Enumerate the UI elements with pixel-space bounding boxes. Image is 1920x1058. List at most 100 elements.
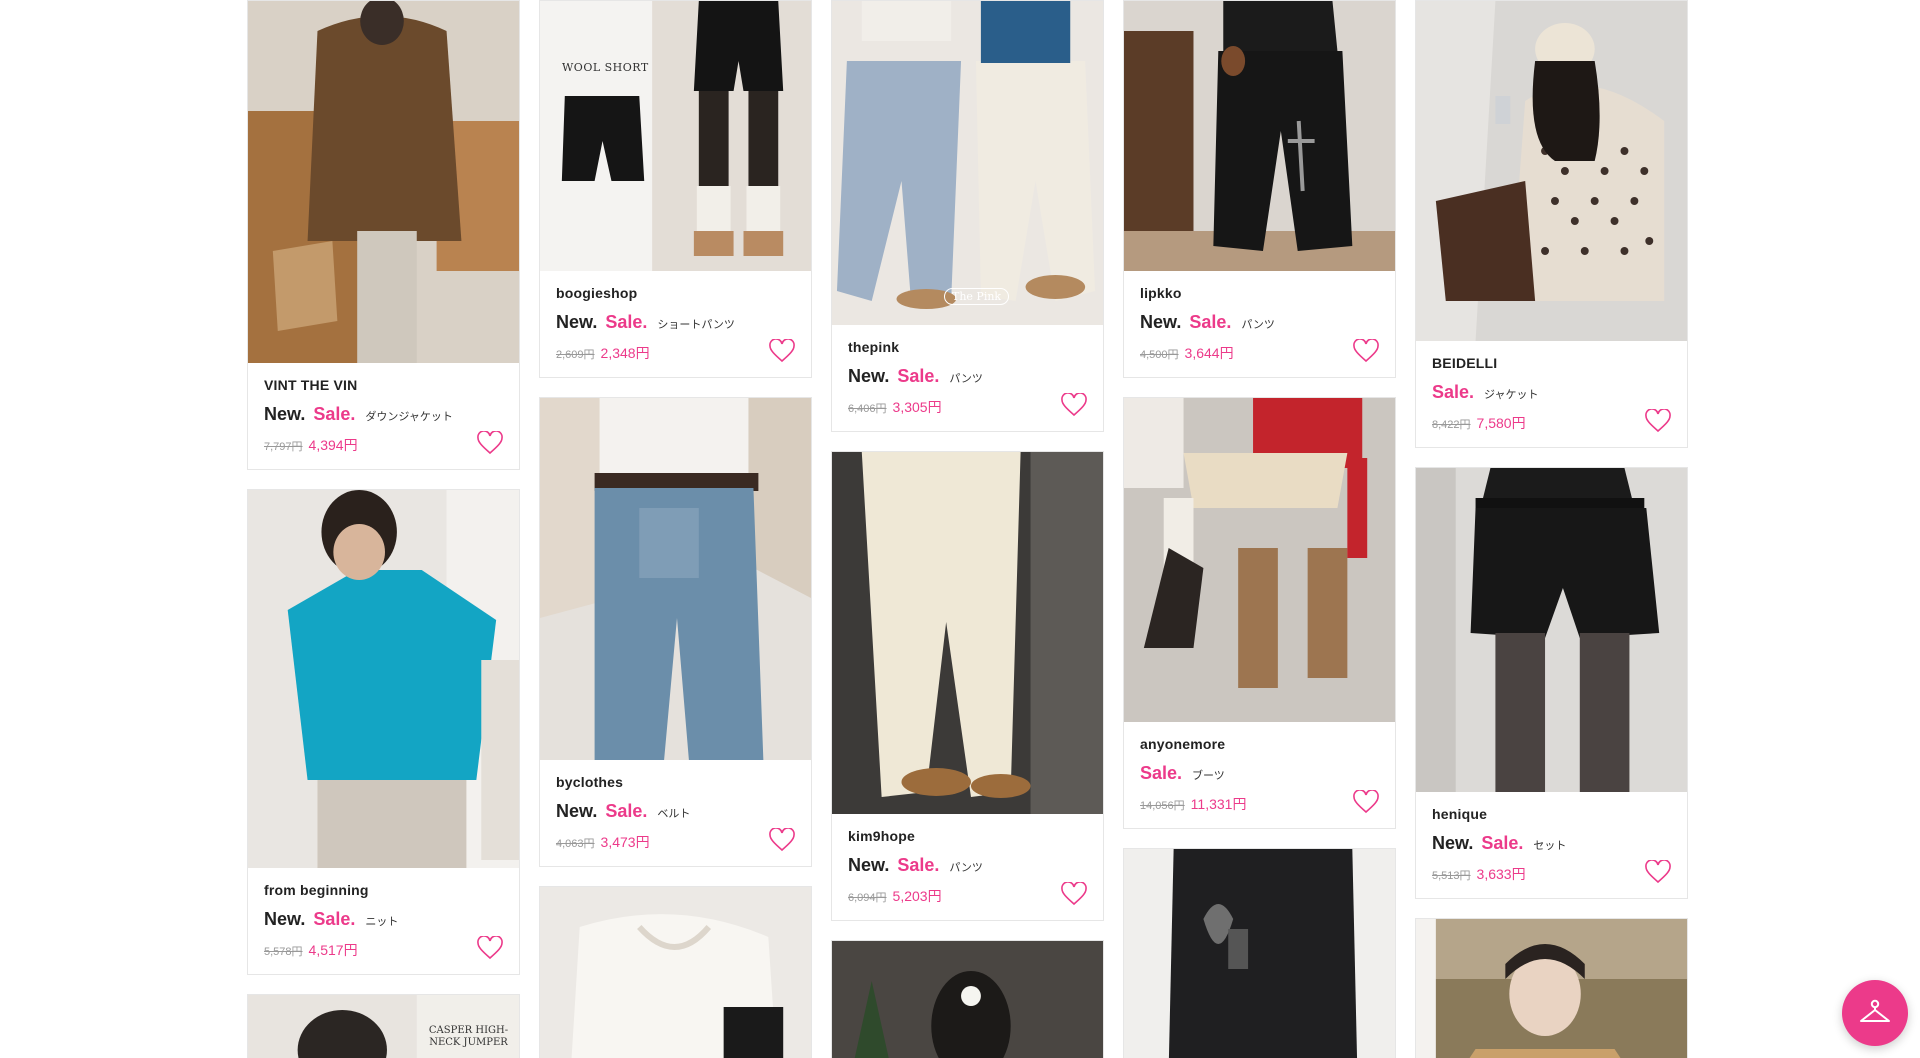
product-card[interactable]: VINT THE VIN New. Sale. ダウンジャケット 7,797円 … bbox=[247, 0, 520, 470]
sale-price: 3,633円 bbox=[1476, 866, 1526, 882]
product-card[interactable]: CASPER HIGH-NECK JUMPER bbox=[247, 994, 520, 1058]
original-price: 8,422円 bbox=[1432, 419, 1471, 431]
category-label: ダウンジャケット bbox=[365, 411, 453, 423]
product-card[interactable]: kim9hope New. Sale. パンツ 6,094円 5,203円 bbox=[831, 451, 1104, 921]
price-row: 2,609円 2,348円 bbox=[556, 343, 795, 363]
product-info: anyonemore Sale. ブーツ 14,056円 11,331円 bbox=[1124, 722, 1395, 828]
shop-name[interactable]: BEIDELLI bbox=[1432, 355, 1671, 371]
image-caption: CASPER HIGH-NECK JUMPER bbox=[428, 1025, 509, 1048]
product-info: BEIDELLI Sale. ジャケット 8,422円 7,580円 bbox=[1416, 341, 1687, 447]
sale-tag: Sale. bbox=[313, 404, 356, 424]
category-label: ニット bbox=[365, 916, 399, 928]
product-image[interactable] bbox=[1124, 398, 1395, 722]
sale-price: 3,305円 bbox=[892, 399, 942, 415]
product-image[interactable] bbox=[832, 452, 1103, 814]
shop-name[interactable]: byclothes bbox=[556, 774, 795, 790]
tag-row: New. Sale. パンツ bbox=[848, 855, 1087, 876]
product-card[interactable]: BEIDELLI Sale. ジャケット 8,422円 7,580円 bbox=[1415, 0, 1688, 448]
sale-tag: Sale. bbox=[313, 909, 356, 929]
shop-name[interactable]: henique bbox=[1432, 806, 1671, 822]
sale-tag: Sale. bbox=[897, 855, 940, 875]
heart-icon[interactable] bbox=[769, 828, 795, 852]
shop-name[interactable]: lipkko bbox=[1140, 285, 1379, 301]
price-row: 8,422円 7,580円 bbox=[1432, 413, 1671, 433]
product-card[interactable]: anyonemore Sale. ブーツ 14,056円 11,331円 bbox=[1123, 397, 1396, 829]
new-tag: New. bbox=[264, 909, 306, 929]
heart-icon[interactable] bbox=[1061, 393, 1087, 417]
shop-name[interactable]: boogieshop bbox=[556, 285, 795, 301]
price-row: 14,056円 11,331円 bbox=[1140, 794, 1379, 814]
product-card[interactable]: from beginning New. Sale. ニット 5,578円 4,5… bbox=[247, 489, 520, 975]
new-tag: New. bbox=[848, 366, 890, 386]
product-image[interactable] bbox=[1124, 849, 1395, 1058]
shop-name[interactable]: anyonemore bbox=[1140, 736, 1379, 752]
tag-row: New. Sale. セット bbox=[1432, 833, 1671, 854]
original-price: 5,578円 bbox=[264, 946, 303, 958]
tag-row: Sale. ジャケット bbox=[1432, 382, 1671, 403]
original-price: 6,094円 bbox=[848, 892, 887, 904]
category-label: パンツ bbox=[1241, 319, 1275, 331]
heart-icon[interactable] bbox=[1645, 409, 1671, 433]
new-tag: New. bbox=[1140, 312, 1182, 332]
price-row: 6,094円 5,203円 bbox=[848, 886, 1087, 906]
heart-icon[interactable] bbox=[1061, 882, 1087, 906]
product-card[interactable] bbox=[1415, 918, 1688, 1058]
heart-icon[interactable] bbox=[1353, 339, 1379, 363]
hanger-icon bbox=[1860, 999, 1890, 1022]
sale-tag: Sale. bbox=[897, 366, 940, 386]
product-image[interactable]: The Pink bbox=[832, 1, 1103, 325]
product-card[interactable] bbox=[831, 940, 1104, 1058]
sale-price: 4,394円 bbox=[308, 437, 358, 453]
product-image[interactable] bbox=[1416, 1, 1687, 341]
product-card[interactable]: byclothes New. Sale. ベルト 4,063円 3,473円 bbox=[539, 397, 812, 867]
new-tag: New. bbox=[556, 312, 598, 332]
grid-column: lipkko New. Sale. パンツ 4,500円 3,644円 anyo… bbox=[1123, 0, 1396, 1058]
category-label: ジャケット bbox=[1484, 389, 1539, 401]
price-row: 4,500円 3,644円 bbox=[1140, 343, 1379, 363]
product-image[interactable] bbox=[1124, 1, 1395, 271]
heart-icon[interactable] bbox=[477, 936, 503, 960]
tag-row: Sale. ブーツ bbox=[1140, 763, 1379, 784]
shop-name[interactable]: thepink bbox=[848, 339, 1087, 355]
heart-icon[interactable] bbox=[1645, 860, 1671, 884]
new-tag: New. bbox=[264, 404, 306, 424]
product-card[interactable]: lipkko New. Sale. パンツ 4,500円 3,644円 bbox=[1123, 0, 1396, 378]
sale-price: 4,517円 bbox=[308, 942, 358, 958]
product-image[interactable] bbox=[1416, 468, 1687, 792]
product-image[interactable] bbox=[540, 887, 811, 1058]
heart-icon[interactable] bbox=[769, 339, 795, 363]
heart-icon[interactable] bbox=[477, 431, 503, 455]
hanger-fab-button[interactable] bbox=[1842, 980, 1908, 1046]
product-card[interactable] bbox=[1123, 848, 1396, 1058]
price-row: 7,797円 4,394円 bbox=[264, 435, 503, 455]
product-image[interactable]: CASPER HIGH-NECK JUMPER bbox=[248, 995, 519, 1058]
category-label: パンツ bbox=[949, 862, 983, 874]
product-image[interactable] bbox=[832, 941, 1103, 1058]
product-image[interactable] bbox=[1416, 919, 1687, 1058]
category-label: セット bbox=[1533, 840, 1567, 852]
shop-name[interactable]: VINT THE VIN bbox=[264, 377, 503, 393]
original-price: 4,063円 bbox=[556, 838, 595, 850]
product-image[interactable] bbox=[248, 490, 519, 868]
sale-price: 2,348円 bbox=[600, 345, 650, 361]
product-image[interactable] bbox=[540, 398, 811, 760]
product-card[interactable] bbox=[539, 886, 812, 1058]
price-row: 5,513円 3,633円 bbox=[1432, 864, 1671, 884]
tag-row: New. Sale. ダウンジャケット bbox=[264, 404, 503, 425]
original-price: 2,609円 bbox=[556, 349, 595, 361]
product-info: henique New. Sale. セット 5,513円 3,633円 bbox=[1416, 792, 1687, 898]
tag-row: New. Sale. ショートパンツ bbox=[556, 312, 795, 333]
grid-column: VINT THE VIN New. Sale. ダウンジャケット 7,797円 … bbox=[247, 0, 520, 1058]
sale-tag: Sale. bbox=[1481, 833, 1524, 853]
product-card[interactable]: The Pink thepink New. Sale. パンツ 6,406円 3… bbox=[831, 0, 1104, 432]
product-image[interactable] bbox=[248, 1, 519, 363]
product-image[interactable]: WOOL SHORT bbox=[540, 1, 811, 271]
product-info: kim9hope New. Sale. パンツ 6,094円 5,203円 bbox=[832, 814, 1103, 920]
shop-name[interactable]: from beginning bbox=[264, 882, 503, 898]
heart-icon[interactable] bbox=[1353, 790, 1379, 814]
shop-name[interactable]: kim9hope bbox=[848, 828, 1087, 844]
product-card[interactable]: WOOL SHORT boogieshop New. Sale. ショートパンツ… bbox=[539, 0, 812, 378]
product-card[interactable]: henique New. Sale. セット 5,513円 3,633円 bbox=[1415, 467, 1688, 899]
original-price: 6,406円 bbox=[848, 403, 887, 415]
grid-column: The Pink thepink New. Sale. パンツ 6,406円 3… bbox=[831, 0, 1104, 1058]
